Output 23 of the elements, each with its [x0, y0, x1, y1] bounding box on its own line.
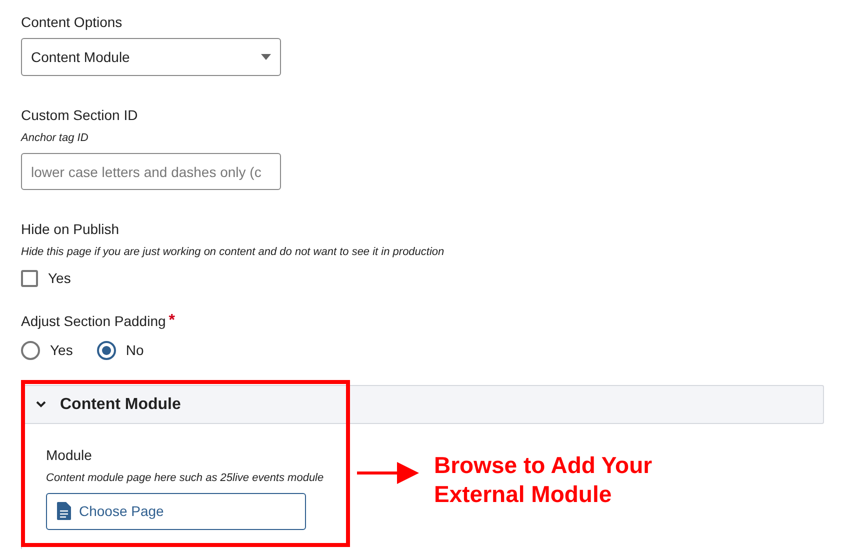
field-hint: Hide this page if you are just working on content and do not want to see it in production — [21, 245, 446, 258]
radio-button[interactable] — [21, 340, 40, 360]
required-mark: * — [168, 313, 175, 329]
radio-button[interactable] — [96, 340, 116, 360]
content-options-select[interactable]: Content Module — [21, 38, 281, 76]
choose-page-button[interactable]: Choose Page — [46, 492, 306, 530]
radio-label: Yes — [50, 340, 73, 360]
chevron-icon — [36, 401, 46, 408]
field-label: Content Options — [21, 13, 124, 30]
arrow-icon — [357, 462, 419, 484]
field-label: Hide on Publish — [21, 220, 120, 237]
checkbox[interactable] — [21, 270, 38, 286]
annotation-text: Browse to Add Your External Module — [434, 451, 654, 509]
document-icon — [57, 502, 71, 520]
dropdown-caret-icon — [261, 54, 271, 60]
field-label: Module — [46, 446, 93, 463]
field-hint: Content module page here such as 25live events module — [46, 471, 325, 486]
radio-label: No — [126, 340, 144, 360]
field-label: Custom Section ID — [21, 106, 139, 123]
section-id-field[interactable]: lower case letters and dashes only (c — [21, 153, 281, 190]
field-label: Adjust Section Padding — [21, 312, 166, 331]
field-hint: Anchor tag ID — [21, 131, 90, 144]
checkbox-label: Yes — [48, 268, 71, 288]
